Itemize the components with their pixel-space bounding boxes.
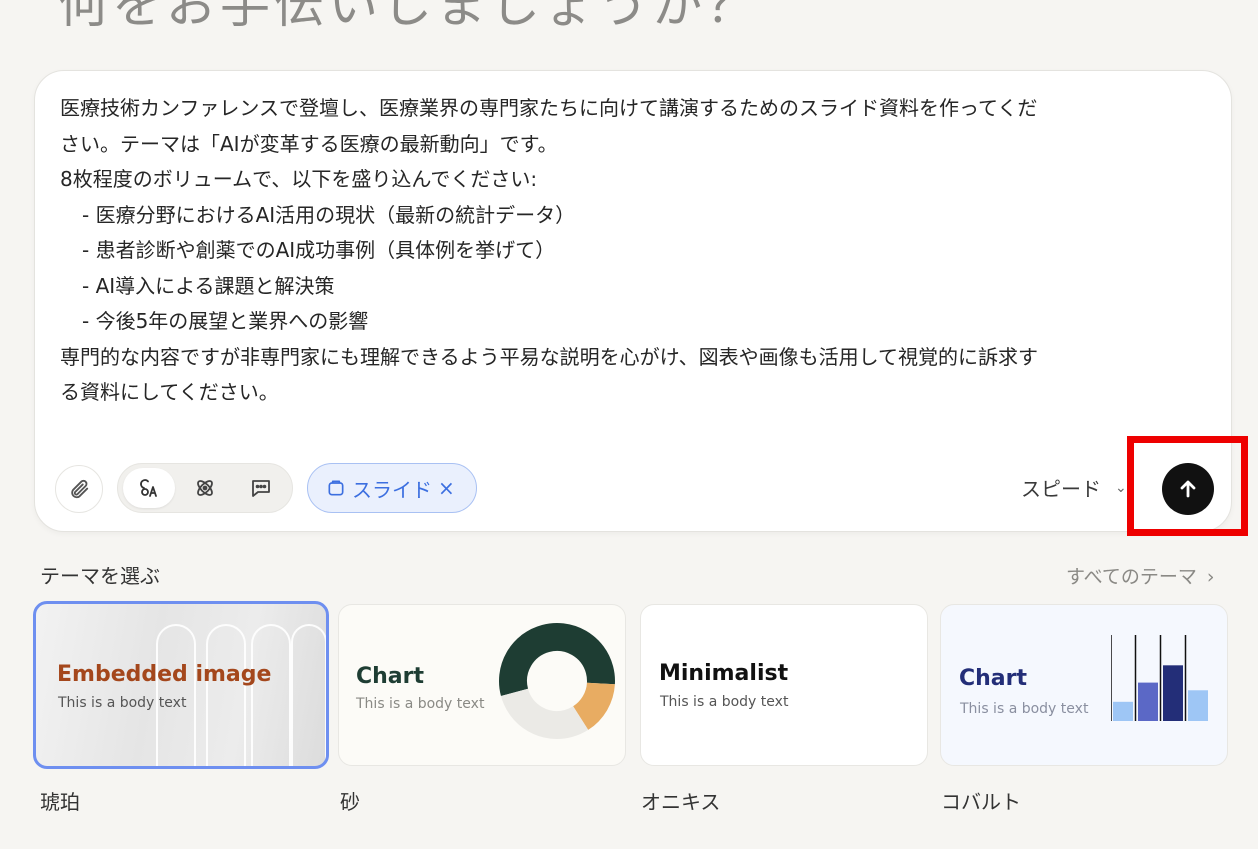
theme-card-cobalt[interactable]: Chart This is a body text [940,604,1228,766]
prompt-line: る資料にしてください。 [60,380,279,404]
speed-label: スピード [1021,477,1101,501]
theme-card-title: Chart [959,666,1028,691]
prompt-line: 8枚程度のボリュームで、以下を盛り込んでください: [60,167,538,191]
attach-button[interactable] [55,465,103,513]
chat-bubble-icon [252,480,270,497]
slide-tool-chip[interactable]: スライド × [307,463,477,513]
arrow-up-icon [1180,480,1196,498]
prompt-line: - AI導入による課題と解決策 [82,273,335,298]
bar-mark [1138,682,1158,721]
send-button[interactable] [1162,463,1214,515]
theme-card-body: This is a body text [660,694,789,710]
all-themes-link[interactable]: すべてのテーマ › [1066,562,1215,589]
theme-name-suna: 砂 [340,790,360,814]
theme-card-onyx[interactable]: Minimalist This is a body text [640,604,928,766]
chat-mode-button[interactable] [235,468,287,508]
bar-mark [1188,690,1208,721]
slide-chip-label: スライド [352,477,432,502]
theme-card-title: Minimalist [659,661,789,686]
prompt-line: - 患者診断や創薬でのAI成功事例（具体例を挙げて） [82,238,556,262]
speed-dropdown[interactable]: スピード ⌄ [1021,473,1127,502]
chevron-down-icon: ⌄ [1115,479,1127,496]
all-themes-label: すべてのテーマ [1066,566,1197,588]
prompt-textarea[interactable]: 医療技術カンファレンスで登壇し、医療業界の専門家たちに向けて講演するためのスライ… [60,91,1210,421]
prompt-line: - 医療分野におけるAI活用の現状（最新の統計データ） [82,202,576,227]
prompt-line: - 今後5年の展望と業界への影響 [82,309,369,333]
theme-name-onyx: オニキス [641,790,721,814]
prompt-composer: 医療技術カンファレンスで登壇し、医療業界の専門家たちに向けて講演するためのスライ… [34,70,1232,532]
theme-name-cobalt: コバルト [941,790,1021,814]
slides-icon [328,480,344,496]
agent-mode-button[interactable] [123,468,175,508]
theme-name-kohaku: 琥珀 [40,790,80,814]
slide-chip-close-button[interactable]: × [438,476,455,500]
theme-card-body: This is a body text [960,701,1089,717]
research-mode-button[interactable] [179,468,231,508]
theme-section-heading: テーマを選ぶ [40,564,160,588]
theme-card-body: This is a body text [356,696,485,712]
chevron-right-icon: › [1206,566,1215,588]
prompt-line: 医療技術カンファレンスで登壇し、医療業界の専門家たちに向けて講演するためのスライ… [60,96,1038,120]
paperclip-icon [71,479,89,499]
theme-card-title: Chart [356,664,425,689]
prompt-line: さい。テーマは「AIが変革する医療の最新動向」です。 [60,131,558,156]
theme-card-kohaku[interactable]: Embedded image This is a body text [33,601,329,769]
theme-card-suna[interactable]: Chart This is a body text [338,604,626,766]
theme-card-body: This is a body text [58,695,187,711]
theme-card-title: Embedded image [57,662,272,687]
atom-icon [197,480,213,496]
page-title: 何をお手伝いしましょうか？ [58,0,760,34]
donut-chart-preview [499,623,615,739]
bar-mark [1113,701,1133,721]
bar-chart-preview [1111,635,1208,721]
mode-toggle-group [117,463,293,513]
agent-icon [140,479,157,497]
bar-mark [1163,665,1183,721]
prompt-line: 専門的な内容ですが非専門家にも理解できるよう平易な説明を心がけ、図表や画像も活用… [60,344,1038,369]
